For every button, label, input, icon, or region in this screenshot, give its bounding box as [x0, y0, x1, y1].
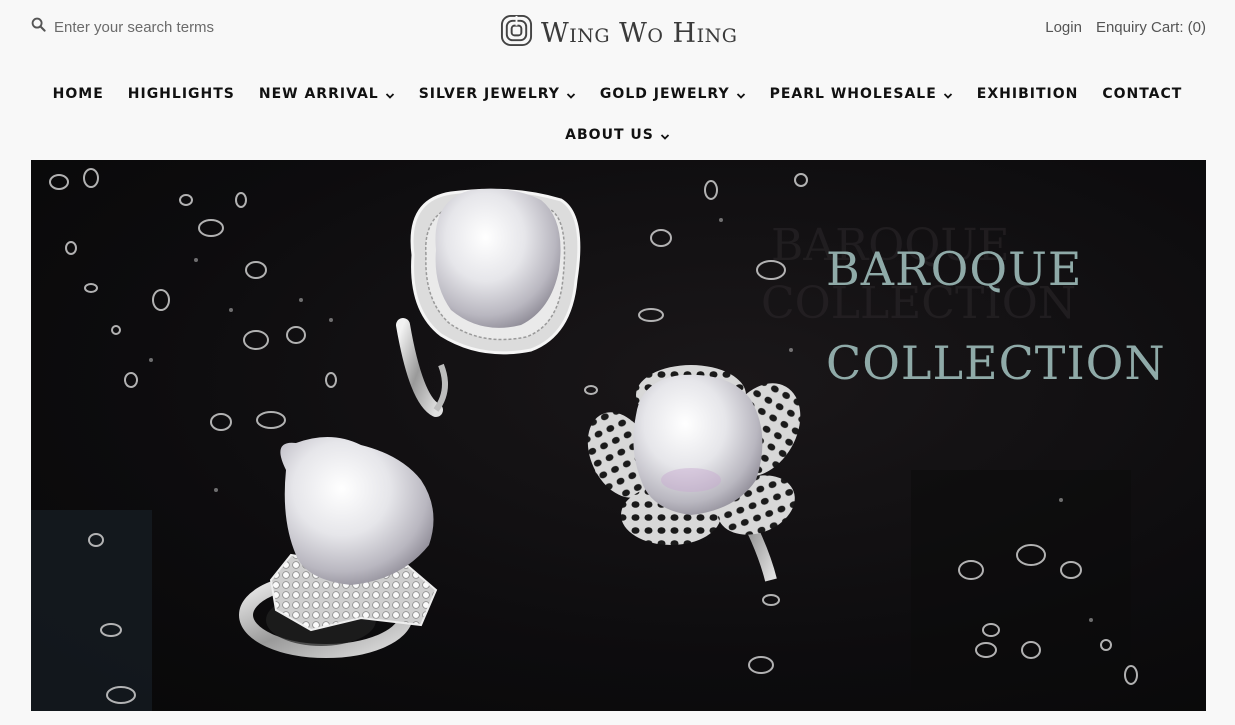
brand-swirl-logo-icon	[500, 14, 533, 52]
nav-item-label: GOLD JEWELRY	[599, 86, 730, 102]
hero-banner[interactable]: BAROQUE COLLECTION BAROQUE COLLECTION	[31, 160, 1206, 711]
login-link[interactable]: Login	[1045, 19, 1082, 36]
nav-item-label: HIGHLIGHTS	[127, 86, 235, 102]
search-input[interactable]	[54, 18, 274, 36]
nav-item-gold-jewelry[interactable]: GOLD JEWELRY	[588, 86, 758, 102]
nav-item-contact[interactable]: CONTACT	[1090, 86, 1194, 102]
nav-item-label: PEARL WHOLESALE	[769, 86, 937, 102]
main-nav: HOME HIGHLIGHTS NEW ARRIVAL SILVER JEWELRY G…	[0, 86, 1235, 102]
nav-item-silver-jewelry[interactable]: SILVER JEWELRY	[407, 86, 588, 102]
chevron-down-icon	[736, 89, 746, 99]
nav-item-about-us[interactable]: ABOUT US	[553, 127, 682, 143]
chevron-down-icon	[566, 89, 576, 99]
hero-title-line1: BAROQUE	[826, 242, 1083, 296]
nav-item-label: EXHIBITION	[976, 86, 1079, 102]
enquiry-cart-link[interactable]: Enquiry Cart: (0)	[1096, 19, 1206, 36]
nav-item-label: CONTACT	[1102, 86, 1183, 102]
chevron-down-icon	[385, 89, 395, 99]
main-nav-second-row: ABOUT US	[0, 127, 1235, 143]
nav-item-label: ABOUT US	[565, 127, 654, 143]
nav-item-new-arrival[interactable]: NEW ARRIVAL	[247, 86, 407, 102]
nav-item-highlights[interactable]: HIGHLIGHTS	[116, 86, 247, 102]
nav-item-home[interactable]: HOME	[41, 86, 116, 102]
nav-item-exhibition[interactable]: EXHIBITION	[965, 86, 1091, 102]
search-bar[interactable]	[31, 17, 274, 37]
hero-title-line2: COLLECTION	[826, 336, 1166, 390]
nav-item-label: SILVER JEWELRY	[418, 86, 560, 102]
account-links: Login Enquiry Cart: (0)	[1045, 19, 1206, 36]
search-icon	[31, 17, 46, 37]
chevron-down-icon	[660, 130, 670, 140]
brand-name: Wing Wo Hing	[541, 17, 738, 49]
chevron-down-icon	[943, 89, 953, 99]
hero-title: BAROQUE COLLECTION	[826, 222, 1166, 410]
nav-item-pearl-wholesale[interactable]: PEARL WHOLESALE	[758, 86, 965, 102]
nav-item-label: NEW ARRIVAL	[258, 86, 379, 102]
brand-logo[interactable]: Wing Wo Hing	[500, 14, 737, 52]
nav-item-label: HOME	[52, 86, 104, 102]
